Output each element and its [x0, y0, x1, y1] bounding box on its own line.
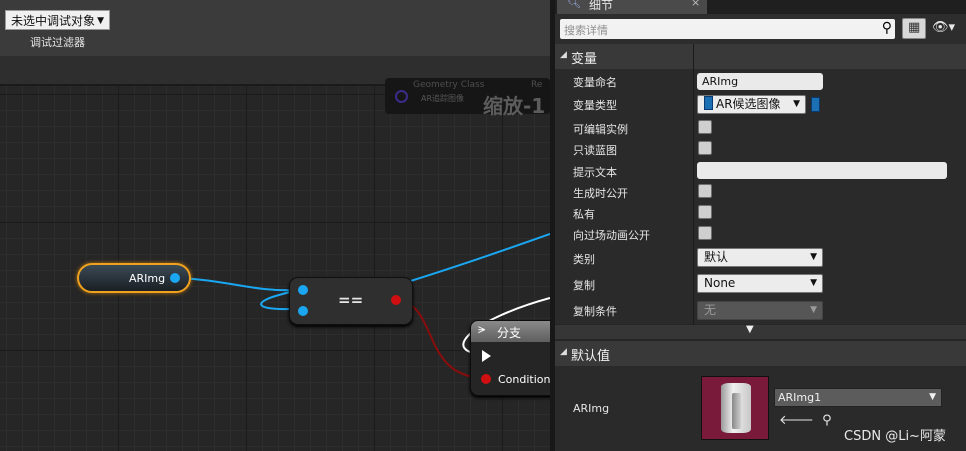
close-icon[interactable]: ×	[691, 0, 700, 9]
output-pin[interactable]	[170, 273, 180, 283]
section-variable-title: 变量	[571, 52, 598, 67]
input-pin-b[interactable]	[298, 306, 308, 316]
tooltip-label: 提示文本	[573, 166, 617, 179]
private-checkbox[interactable]	[698, 205, 712, 219]
blueprint-readonly-checkbox[interactable]	[698, 141, 712, 155]
replication-condition-label: 复制条件	[573, 305, 617, 318]
input-pin-a[interactable]	[298, 285, 308, 295]
default-value-label: ARImg	[573, 402, 610, 415]
expose-on-spawn-checkbox[interactable]	[698, 184, 712, 198]
magnifier-icon: 🔍︎	[567, 0, 581, 9]
details-panel: 🔍︎ 细节 × 搜索详情 ⚲ ▦ 👁︎▾ ◢ 变量 变量命名 ARImg 变量类…	[555, 0, 966, 451]
section-default-title: 默认值	[571, 349, 611, 364]
collapse-triangle-icon: ◢	[560, 50, 567, 60]
section-default-header[interactable]: ◢ 默认值	[555, 341, 966, 366]
section-variable-header[interactable]: ◢ 变量	[555, 44, 966, 69]
instance-editable-checkbox[interactable]	[698, 120, 712, 134]
graph-wires	[177, 233, 550, 379]
replication-condition-dropdown: 无 ▼	[697, 301, 823, 320]
watermark: CSDN @Li~阿蒙	[844, 429, 946, 444]
details-tab-title: 细节	[589, 0, 614, 12]
category-dropdown[interactable]: 默认 ▼	[697, 248, 823, 267]
expose-cinematics-label: 向过场动画公开	[573, 229, 650, 242]
search-icon[interactable]: ⚲	[882, 20, 892, 36]
object-type-icon	[704, 96, 713, 110]
variable-type-label: 变量类型	[573, 99, 617, 112]
branch-icon: ⪫	[478, 322, 486, 337]
replication-condition-value: 无	[704, 303, 717, 317]
variable-type-dropdown[interactable]: AR候选图像 ▼	[697, 95, 806, 114]
search-details-input[interactable]: 搜索详情 ⚲	[560, 19, 895, 39]
condition-pin[interactable]	[481, 374, 491, 384]
category-label: 类别	[573, 253, 595, 266]
condition-label: Condition	[498, 373, 550, 386]
expand-arrow-icon: ▼	[746, 324, 754, 335]
details-tab-bar: 🔍︎ 细节 ×	[555, 0, 966, 14]
advanced-expand-bar[interactable]: ▼	[555, 324, 966, 339]
list-grid-icon: ▦	[908, 20, 921, 35]
blueprint-graph[interactable]: 未选中调试对象 ▼ 调试过滤器 Geometry Class AR追踪图像 Re…	[0, 0, 550, 451]
variable-name-label: 变量命名	[573, 76, 617, 89]
details-search-row: 搜索详情 ⚲ ▦ 👁︎▾	[555, 14, 966, 44]
cylinder-preview-inner	[732, 393, 741, 429]
expose-cinematics-checkbox[interactable]	[698, 226, 712, 240]
chevron-down-icon: ▼	[810, 305, 817, 315]
collapse-triangle-icon: ◢	[560, 347, 567, 357]
chevron-down-icon: ▼	[810, 252, 817, 262]
container-type-icon[interactable]	[811, 97, 820, 112]
branch-node[interactable]: ⪫ 分支 Condition	[470, 320, 550, 396]
chevron-down-icon: ▼	[810, 278, 817, 288]
private-label: 私有	[573, 208, 595, 221]
replication-dropdown[interactable]: None ▼	[697, 274, 823, 293]
variable-type-value: AR候选图像	[716, 97, 781, 111]
chevron-down-icon: ▼	[793, 99, 800, 109]
asset-nav-icons: 🡐 ⚲	[779, 412, 832, 428]
branch-node-title: 分支	[497, 326, 522, 340]
variable-get-node-arimg[interactable]: ARImg	[77, 263, 191, 293]
category-value: 默认	[704, 250, 729, 264]
asset-thumbnail[interactable]	[701, 376, 769, 440]
equal-operator: ==	[338, 291, 364, 309]
search-placeholder: 搜索详情	[564, 24, 608, 37]
replication-label: 复制	[573, 279, 595, 292]
chevron-down-icon: ▼	[929, 392, 936, 402]
property-matrix-button[interactable]: ▦	[902, 18, 926, 39]
eye-icon: 👁︎▾	[932, 20, 956, 35]
expose-on-spawn-label: 生成时公开	[573, 187, 628, 200]
replication-value: None	[704, 276, 736, 290]
tab-details[interactable]: 🔍︎ 细节 ×	[557, 0, 707, 14]
asset-picker-value: ARImg1	[778, 391, 822, 404]
browse-search-icon[interactable]: ⚲	[822, 413, 832, 428]
bool-output-pin[interactable]	[391, 295, 401, 305]
column-divider[interactable]	[693, 44, 694, 325]
use-selected-arrow-icon[interactable]: 🡐	[779, 413, 814, 428]
tooltip-field[interactable]	[697, 162, 947, 179]
wire-arimg-to-equal	[177, 277, 301, 292]
variable-node-label: ARImg	[129, 272, 166, 285]
variable-name-field[interactable]: ARImg	[697, 73, 823, 90]
asset-picker-dropdown[interactable]: ARImg1 ▼	[774, 388, 942, 407]
instance-editable-label: 可编辑实例	[573, 123, 628, 136]
view-options-button[interactable]: 👁︎▾	[932, 20, 955, 35]
equal-node[interactable]: ==	[289, 277, 413, 325]
branch-node-header: ⪫ 分支	[471, 321, 550, 342]
blueprint-readonly-label: 只读蓝图	[573, 144, 617, 157]
exec-input-pin[interactable]	[482, 350, 491, 362]
